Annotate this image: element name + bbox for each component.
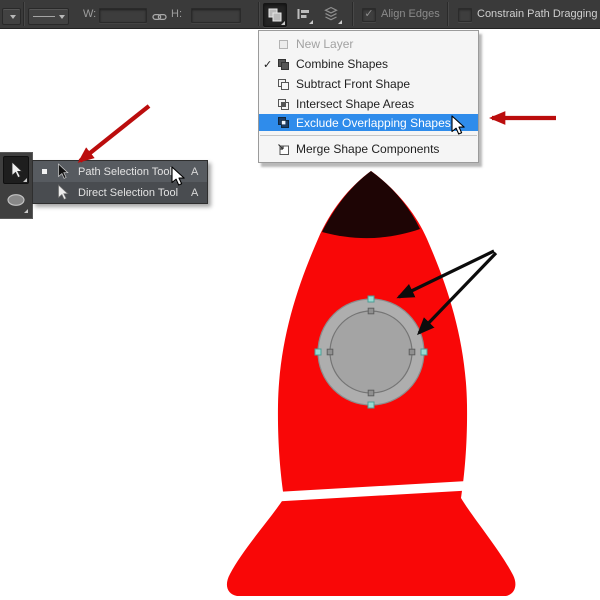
menu-separator	[260, 135, 477, 136]
align-edges-label: Align Edges	[381, 8, 440, 20]
anchor-point[interactable]	[314, 348, 322, 356]
flyout-corner-indicator	[281, 21, 285, 25]
stroke-style-dropdown[interactable]	[28, 8, 69, 25]
anchor-point[interactable]	[408, 348, 416, 356]
toolbar-separator	[258, 2, 259, 26]
path-operations-menu: New Layer ✓ Combine Shapes Subtract Fron…	[258, 30, 479, 163]
annotation-arrow-red-flyout	[77, 104, 151, 163]
toolbox-fragment	[0, 152, 33, 219]
direct-selection-tool-icon	[56, 184, 78, 201]
flyout-item-path-selection-tool[interactable]: Path Selection Tool A	[33, 161, 207, 182]
path-arrangement-button[interactable]	[319, 3, 343, 25]
menu-item-exclude-overlapping-shapes[interactable]: Exclude Overlapping Shapes	[259, 114, 478, 131]
window-inner-circle[interactable]	[329, 310, 413, 394]
anchor-point[interactable]	[420, 348, 428, 356]
height-label: H:	[171, 8, 182, 20]
flyout-corner-indicator	[309, 20, 313, 24]
subtract-front-shape-icon	[277, 78, 292, 91]
rocket-body-shape[interactable]	[226, 171, 516, 596]
merge-shape-components-icon	[277, 143, 292, 156]
tool-preset-dropdown[interactable]	[2, 8, 21, 25]
anchor-point[interactable]	[367, 401, 375, 409]
width-label: W:	[83, 8, 97, 20]
toolbar-separator	[352, 2, 353, 26]
chevron-down-icon	[59, 15, 65, 19]
flyout-corner-indicator	[24, 209, 28, 213]
black-arrow-cursor-icon	[11, 161, 23, 179]
checkmark-icon: ✓	[364, 8, 374, 20]
window-outer-circle[interactable]	[317, 298, 425, 406]
outer-anchor-points	[314, 295, 428, 409]
constrain-path-dragging-checkbox[interactable]	[458, 8, 472, 22]
width-input[interactable]	[99, 8, 147, 23]
menu-item-intersect-shape-areas[interactable]: Intersect Shape Areas	[259, 94, 478, 114]
inner-anchor-points	[326, 307, 416, 397]
anchor-point[interactable]	[367, 295, 375, 303]
menu-item-subtract-front-shape[interactable]: Subtract Front Shape	[259, 74, 478, 94]
flyout-corner-indicator	[23, 178, 27, 182]
anchor-point[interactable]	[367, 389, 375, 397]
align-edges-checkbox[interactable]: ✓	[362, 8, 376, 22]
exclude-overlapping-shapes-icon	[277, 116, 292, 129]
checkmark-icon: ✓	[263, 58, 273, 71]
ellipse-icon	[7, 194, 25, 206]
anchor-point[interactable]	[367, 307, 375, 315]
combine-shapes-icon	[277, 58, 292, 71]
selected-tool-bullet	[42, 169, 56, 174]
annotation-arrow-black	[396, 249, 495, 299]
link-dimensions-icon[interactable]	[152, 9, 167, 27]
menu-item-new-layer[interactable]: New Layer	[259, 34, 478, 54]
rocket-nose-cone[interactable]	[322, 171, 420, 239]
tool-flyout-menu: Path Selection Tool A Direct Selection T…	[32, 160, 208, 204]
new-layer-icon	[277, 38, 292, 51]
chevron-down-icon	[10, 15, 16, 19]
path-alignment-button[interactable]	[292, 3, 314, 25]
menu-item-combine-shapes[interactable]: ✓ Combine Shapes	[259, 54, 478, 74]
intersect-shape-areas-icon	[277, 98, 292, 111]
height-input[interactable]	[191, 8, 241, 23]
flyout-item-direct-selection-tool[interactable]: Direct Selection Tool A	[33, 182, 207, 203]
annotation-arrow-black	[417, 251, 498, 336]
toolbar-separator	[23, 2, 24, 26]
constrain-path-dragging-label: Constrain Path Dragging	[477, 8, 598, 20]
path-selection-tool-button[interactable]	[3, 156, 29, 184]
path-operations-button[interactable]	[263, 3, 287, 27]
flyout-corner-indicator	[338, 20, 342, 24]
ellipse-tool-button[interactable]	[3, 186, 29, 214]
menu-item-merge-shape-components[interactable]: Merge Shape Components	[259, 139, 478, 159]
stroke-preview-line	[33, 16, 55, 17]
rocket-stripe	[273, 480, 471, 502]
anchor-point[interactable]	[326, 348, 334, 356]
options-bar: W: H: ✓ Align Edges Constrain Path Dragg…	[0, 0, 600, 29]
toolbar-separator	[447, 2, 448, 26]
path-selection-tool-icon	[56, 163, 78, 180]
